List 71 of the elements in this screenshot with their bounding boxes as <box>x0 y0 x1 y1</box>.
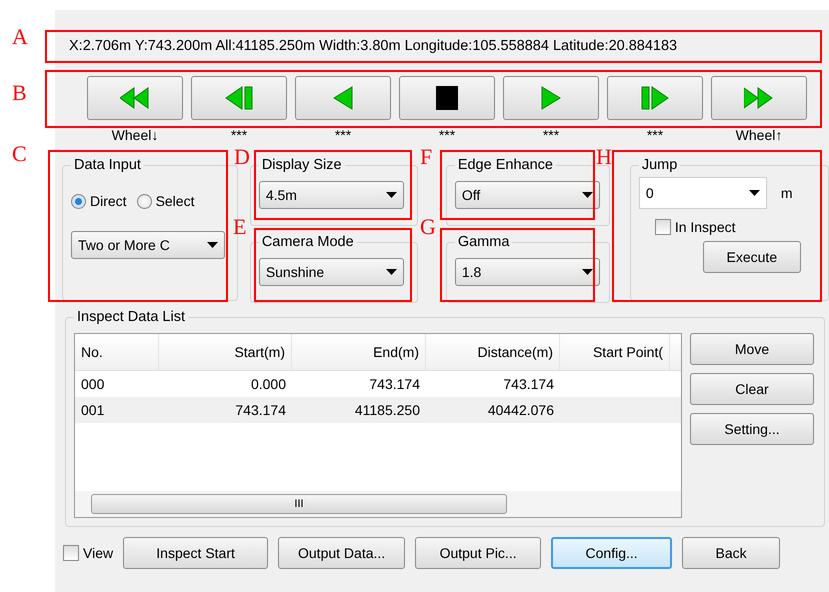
table-cell-text: 0.000 <box>250 376 287 392</box>
jump-field[interactable]: 0 <box>638 177 767 209</box>
side-button[interactable]: Clear <box>690 373 814 405</box>
action-button[interactable]: Output Pic... <box>415 537 542 569</box>
dropdown-arrow-icon <box>386 269 397 275</box>
group-title: Jump <box>640 157 678 173</box>
table-cell-text: 000 <box>80 376 106 392</box>
dropdown[interactable]: Sunshine <box>258 258 404 286</box>
table-cell-text: 41185.250 <box>354 402 421 418</box>
group-title: Camera Mode <box>260 234 355 250</box>
button-caption: *** <box>334 126 352 144</box>
table-cell-text: 001 <box>80 402 106 418</box>
dropdown-arrow-icon <box>582 192 593 198</box>
annotation-letter: E <box>233 216 246 238</box>
group-title: Data Input <box>73 157 142 173</box>
button-caption: *** <box>646 126 664 144</box>
group-title: Gamma <box>456 234 510 250</box>
action-button[interactable]: Inspect Start <box>123 537 268 569</box>
column-header[interactable]: End(m) <box>292 334 426 370</box>
dropdown-arrow-icon <box>386 192 397 198</box>
side-button[interactable]: Move <box>690 333 814 365</box>
dropdown[interactable]: Two or More C <box>71 231 225 259</box>
scrollbar[interactable]: III <box>75 491 681 517</box>
group-title: Edge Enhance <box>456 157 554 173</box>
action-button[interactable]: Output Data... <box>278 537 406 569</box>
dropdown[interactable]: 4.5m <box>258 181 404 209</box>
group-title: Display Size <box>260 157 343 173</box>
transport-button[interactable] <box>399 76 495 120</box>
annotation-letter: A <box>12 26 28 48</box>
dropdown-arrow-icon <box>582 269 593 275</box>
radio-option[interactable]: Direct <box>71 193 127 209</box>
checkbox-label: View <box>83 545 114 561</box>
step-forward-icon <box>640 86 670 110</box>
side-button[interactable]: Setting... <box>690 413 814 445</box>
double-right-arrow-icon <box>744 86 774 110</box>
dropdown-arrow-icon <box>748 190 760 196</box>
annotation-letter: G <box>420 216 436 238</box>
annotation-letter: B <box>12 82 27 104</box>
annotation-letter: F <box>420 146 432 168</box>
dropdown-arrow-icon <box>207 242 218 248</box>
table-cell-text: 743.174 <box>234 402 287 418</box>
annotation-letter: H <box>596 146 612 168</box>
table-cell-text: 743.174 <box>502 376 555 392</box>
button-caption: *** <box>542 126 560 144</box>
checkbox[interactable] <box>654 219 671 235</box>
action-button[interactable]: Config... <box>551 537 672 569</box>
dropdown[interactable]: Off <box>454 181 600 209</box>
annotation-letter: C <box>12 143 27 165</box>
column-header[interactable]: Start Point( <box>560 334 670 370</box>
button-caption: Wheel↓ <box>110 126 160 144</box>
step-back-icon <box>224 86 254 110</box>
checkbox[interactable] <box>63 545 79 561</box>
button-caption: *** <box>438 126 456 144</box>
column-header[interactable]: No. <box>75 334 159 370</box>
action-button[interactable]: Back <box>682 537 780 569</box>
button-caption: Wheel↑ <box>734 126 784 144</box>
status-text: X:2.706m Y:743.200m All:41185.250m Width:3.80m Longitude:105.558884 Latitude:20.884183 <box>69 38 678 56</box>
table-cell-text: 743.174 <box>368 376 421 392</box>
table-cell-text: 40442.076 <box>486 402 555 418</box>
dropdown[interactable]: 1.8 <box>454 258 600 286</box>
group-title: Inspect Data List <box>76 309 186 325</box>
radio-option[interactable]: Select <box>136 193 194 209</box>
checkbox-label: In Inspect <box>674 219 736 235</box>
unit-label: m <box>780 185 792 201</box>
button-caption: *** <box>230 126 248 144</box>
annotation-letter: D <box>234 146 250 168</box>
scroll-thumb[interactable]: III <box>91 494 507 514</box>
column-header[interactable]: Distance(m) <box>426 334 560 370</box>
execute-button[interactable]: Execute <box>702 241 801 273</box>
double-left-arrow-icon <box>120 86 150 110</box>
column-header[interactable]: Start(m) <box>159 334 292 370</box>
